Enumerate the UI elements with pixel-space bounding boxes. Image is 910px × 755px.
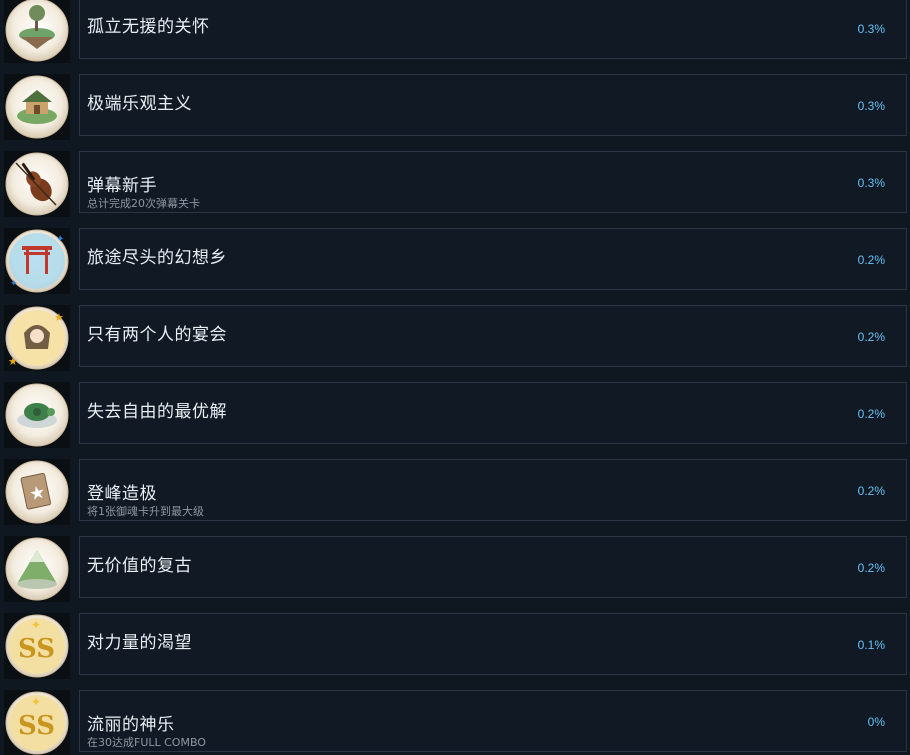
achievement-panel[interactable]: 无价值的复古 0.2% xyxy=(79,536,907,598)
achievement-panel[interactable]: 旅途尽头的幻想乡 0.2% xyxy=(79,228,907,290)
achievement-row: ★ 登峰造极 将1张御魂卡升到最大级 0.2% xyxy=(0,459,910,525)
achievement-panel[interactable]: 弹幕新手 总计完成20次弹幕关卡 0.3% xyxy=(79,151,907,213)
achievement-panel[interactable]: 对力量的渴望 0.1% xyxy=(79,613,907,675)
achievement-title: 极端乐观主义 xyxy=(87,94,192,114)
achievement-description: 总计完成20次弹幕关卡 xyxy=(87,197,200,210)
achievement-description: 将1张御魂卡升到最大级 xyxy=(87,505,204,518)
achievement-title: 对力量的渴望 xyxy=(87,633,192,653)
svg-text:SS: SS xyxy=(18,634,55,664)
ss-rank-icon: SS ✦ xyxy=(4,613,70,679)
svg-text:★: ★ xyxy=(54,311,64,324)
ss-rank-icon: SS ✦ xyxy=(4,690,70,755)
achievement-panel[interactable]: 失去自由的最优解 0.2% xyxy=(79,382,907,444)
achievement-row: 无价值的复古 0.2% xyxy=(0,536,910,602)
unlock-percentage: 0.1% xyxy=(857,638,885,652)
unlock-percentage: 0.2% xyxy=(857,561,885,575)
achievement-title: 流丽的神乐 xyxy=(87,715,175,735)
svg-text:SS: SS xyxy=(18,711,55,741)
achievement-row: 极端乐观主义 0.3% xyxy=(0,74,910,140)
achievement-title: 只有两个人的宴会 xyxy=(87,325,227,345)
unlock-percentage: 0% xyxy=(867,715,885,729)
achievement-panel[interactable]: 只有两个人的宴会 0.2% xyxy=(79,305,907,367)
achievement-row: 孤立无援的关怀 0.3% xyxy=(0,0,910,63)
achievement-title: 失去自由的最优解 xyxy=(87,402,227,422)
star-card-icon: ★ xyxy=(4,459,70,525)
achievement-title: 旅途尽头的幻想乡 xyxy=(87,248,227,268)
turtle-icon xyxy=(4,382,70,448)
unlock-percentage: 0.2% xyxy=(857,253,885,267)
achievement-panel[interactable]: 孤立无援的关怀 0.3% xyxy=(79,0,907,59)
mountain-icon xyxy=(4,536,70,602)
achievement-row: SS ✦ 对力量的渴望 0.1% xyxy=(0,613,910,679)
svg-text:✦: ✦ xyxy=(31,695,41,709)
achievement-title: 孤立无援的关怀 xyxy=(87,17,210,37)
unlock-percentage: 0.3% xyxy=(857,176,885,190)
shrine-house-icon xyxy=(4,74,70,140)
achievement-row: ★ ★ 只有两个人的宴会 0.2% xyxy=(0,305,910,371)
character-portrait-icon: ★ ★ xyxy=(4,305,70,371)
achievement-panel[interactable]: 极端乐观主义 0.3% xyxy=(79,74,907,136)
achievement-list: 孤立无援的关怀 0.3% 极端乐观主义 0.3% 弹幕新手 总计完成20次弹幕关… xyxy=(0,0,910,755)
achievement-panel[interactable]: 流丽的神乐 在30达成FULL COMBO 0% xyxy=(79,690,907,752)
unlock-percentage: 0.3% xyxy=(857,99,885,113)
floating-island-icon xyxy=(4,0,70,63)
achievement-title: 弹幕新手 xyxy=(87,176,157,196)
torii-gate-icon: ✦ ✦ xyxy=(4,228,70,294)
achievement-title: 无价值的复古 xyxy=(87,556,192,576)
svg-text:✦: ✦ xyxy=(10,279,18,289)
unlock-percentage: 0.2% xyxy=(857,330,885,344)
svg-text:✦: ✦ xyxy=(31,618,41,632)
achievement-row: 弹幕新手 总计完成20次弹幕关卡 0.3% xyxy=(0,151,910,217)
unlock-percentage: 0.3% xyxy=(857,22,885,36)
achievement-title: 登峰造极 xyxy=(87,484,157,504)
achievement-row: SS ✦ 流丽的神乐 在30达成FULL COMBO 0% xyxy=(0,690,910,755)
unlock-percentage: 0.2% xyxy=(857,484,885,498)
achievement-description: 在30达成FULL COMBO xyxy=(87,736,206,749)
svg-text:★: ★ xyxy=(8,355,18,368)
achievement-panel[interactable]: 登峰造极 将1张御魂卡升到最大级 0.2% xyxy=(79,459,907,521)
unlock-percentage: 0.2% xyxy=(857,407,885,421)
achievement-row: 失去自由的最优解 0.2% xyxy=(0,382,910,448)
achievement-row: ✦ ✦ 旅途尽头的幻想乡 0.2% xyxy=(0,228,910,294)
svg-text:✦: ✦ xyxy=(56,234,64,245)
violin-icon xyxy=(4,151,70,217)
